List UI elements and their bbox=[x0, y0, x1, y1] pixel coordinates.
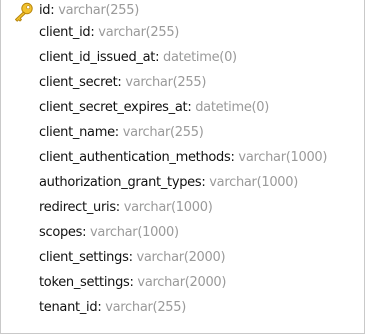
column-type: varchar(255) bbox=[58, 3, 139, 18]
column-name: client_name bbox=[39, 125, 115, 140]
column-label: client_authentication_methods: varchar(1… bbox=[39, 150, 327, 165]
column-type: varchar(255) bbox=[105, 300, 187, 315]
column-row-tenant-id[interactable]: tenant_id: varchar(255) bbox=[1, 297, 364, 319]
column-label: authorization_grant_types: varchar(1000) bbox=[39, 175, 298, 190]
column-row-client-name[interactable]: client_name: varchar(255) bbox=[1, 122, 364, 144]
column-name: client_id_issued_at bbox=[39, 50, 156, 65]
column-separator: : bbox=[115, 200, 124, 215]
column-row-token-settings[interactable]: token_settings: varchar(2000) bbox=[1, 272, 364, 294]
column-type: varchar(255) bbox=[125, 75, 207, 90]
column-label: client_secret: varchar(255) bbox=[39, 75, 206, 90]
column-name: client_id bbox=[39, 25, 91, 40]
column-type: varchar(255) bbox=[98, 25, 180, 40]
column-row-authorization-grant-types[interactable]: authorization_grant_types: varchar(1000) bbox=[1, 172, 364, 194]
column-row-client-secret-expires-at[interactable]: client_secret_expires_at: datetime(0) bbox=[1, 97, 364, 119]
column-row-client-secret[interactable]: client_secret: varchar(255) bbox=[1, 72, 364, 94]
column-row-client-id-issued-at[interactable]: client_id_issued_at: datetime(0) bbox=[1, 47, 364, 69]
column-name: client_secret_expires_at bbox=[39, 100, 188, 115]
column-row-redirect-uris[interactable]: redirect_uris: varchar(1000) bbox=[1, 197, 364, 219]
column-separator: : bbox=[82, 225, 91, 240]
column-row-id[interactable]: id: varchar(255) bbox=[1, 0, 364, 22]
column-type: varchar(1000) bbox=[209, 175, 299, 190]
table-columns-panel: id: varchar(255) client_id: varchar(255)… bbox=[0, 0, 365, 334]
column-label: client_settings: varchar(2000) bbox=[39, 250, 226, 265]
column-name: client_settings bbox=[39, 250, 129, 265]
column-label: token_settings: varchar(2000) bbox=[39, 275, 226, 290]
column-type: varchar(1000) bbox=[123, 200, 213, 215]
column-label: scopes: varchar(1000) bbox=[39, 225, 179, 240]
column-separator: : bbox=[50, 3, 59, 18]
column-type: varchar(255) bbox=[122, 125, 204, 140]
key-icon bbox=[15, 2, 33, 22]
column-label: client_secret_expires_at: datetime(0) bbox=[39, 100, 269, 115]
column-label: redirect_uris: varchar(1000) bbox=[39, 200, 213, 215]
column-name: scopes bbox=[39, 225, 83, 240]
column-name: client_authentication_methods bbox=[39, 150, 231, 165]
column-type: varchar(1000) bbox=[90, 225, 179, 240]
column-separator: : bbox=[114, 125, 123, 140]
column-row-client-settings[interactable]: client_settings: varchar(2000) bbox=[1, 247, 364, 269]
column-type: datetime(0) bbox=[163, 50, 237, 65]
column-row-client-id[interactable]: client_id: varchar(255) bbox=[1, 22, 364, 44]
column-type: varchar(1000) bbox=[238, 150, 328, 165]
column-label: tenant_id: varchar(255) bbox=[39, 300, 186, 315]
column-row-client-authentication-methods[interactable]: client_authentication_methods: varchar(1… bbox=[1, 147, 364, 169]
column-label: client_id: varchar(255) bbox=[39, 25, 179, 40]
column-name: id bbox=[39, 3, 51, 18]
column-separator: : bbox=[155, 50, 164, 65]
column-label: id: varchar(255) bbox=[39, 3, 139, 18]
column-name: authorization_grant_types bbox=[39, 175, 202, 190]
column-row-scopes[interactable]: scopes: varchar(1000) bbox=[1, 222, 364, 244]
column-name: client_secret bbox=[39, 75, 118, 90]
column-type: varchar(2000) bbox=[137, 275, 227, 290]
column-type: varchar(2000) bbox=[136, 250, 226, 265]
column-name: tenant_id bbox=[39, 300, 98, 315]
column-name: redirect_uris bbox=[39, 200, 116, 215]
column-name: token_settings bbox=[39, 275, 130, 290]
column-type: datetime(0) bbox=[195, 100, 270, 115]
column-label: client_name: varchar(255) bbox=[39, 125, 204, 140]
column-label: client_id_issued_at: datetime(0) bbox=[39, 50, 237, 65]
